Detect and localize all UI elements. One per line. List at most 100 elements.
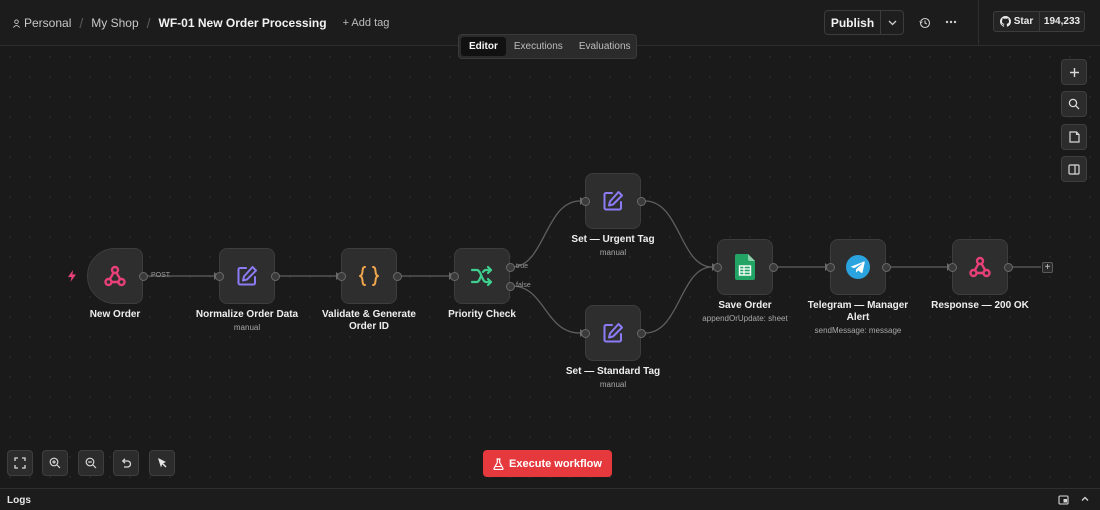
more-options-button[interactable] [942,13,960,31]
node-validate-label-line1: Validate & Generate [322,309,416,320]
output-port[interactable] [769,263,778,272]
node-telegram-label-line1: Telegram — Manager [807,300,909,311]
breadcrumb-personal[interactable]: Personal [12,16,71,30]
node-save-order[interactable] [713,239,778,295]
breadcrumb-project[interactable]: My Shop [91,16,138,30]
workflow-canvas[interactable] [0,47,1100,488]
output-port-false[interactable] [506,282,515,291]
node-normalize-order-data[interactable] [215,248,280,304]
logs-popout-icon[interactable] [1058,495,1069,505]
breadcrumb: Personal / My Shop / WF-01 New Order Pro… [12,0,389,46]
input-port[interactable] [713,263,722,272]
webhook-icon [104,265,126,287]
user-icon [12,18,21,28]
view-tabs: Editor Executions Evaluations [458,34,637,59]
pointer-mode-button[interactable] [149,450,175,476]
tab-evaluations[interactable]: Evaluations [571,37,639,56]
zoom-in-button[interactable] [42,450,68,476]
toggle-panel-button[interactable] [1061,156,1087,182]
output-port-true[interactable] [506,263,515,272]
search-nodes-button[interactable] [1061,91,1087,117]
input-port[interactable] [337,272,346,281]
undo-icon [121,458,132,468]
trigger-bolt-icon [68,270,76,282]
node-standard-label: Set — Standard Tag [565,366,661,377]
undo-button[interactable] [113,450,139,476]
node-priority-label: Priority Check [448,309,516,320]
fullscreen-icon [14,457,26,469]
code-braces-icon [359,266,379,286]
github-star-widget[interactable]: Star 194,233 [993,11,1085,32]
execute-workflow-button[interactable]: Execute workflow [483,450,612,477]
search-icon [1068,98,1080,110]
zoom-out-button[interactable] [78,450,104,476]
publish-button[interactable]: Publish [825,11,881,34]
edge-label-true: true [516,263,529,270]
node-priority-check[interactable] [450,248,515,304]
breadcrumb-personal-label: Personal [24,16,72,30]
switch-branch-icon [470,265,493,287]
publish-options-button[interactable] [881,11,903,34]
node-response-200-ok[interactable] [948,239,1013,295]
node-normalize-sub: manual [233,323,261,332]
output-port[interactable] [637,329,646,338]
tab-executions[interactable]: Executions [506,37,571,56]
fit-view-button[interactable] [7,450,33,476]
node-telegram-label: Telegram — Manager Alert [793,300,923,324]
cursor-icon [158,458,167,468]
edit-icon [603,191,623,211]
history-button[interactable] [916,14,934,32]
edit-icon [237,266,257,286]
add-tag-button[interactable]: + Add tag [343,17,390,29]
edge-label-post: POST [151,272,171,279]
input-port[interactable] [581,329,590,338]
zoom-in-icon [49,457,61,469]
node-validate-generate-order-id[interactable] [337,248,402,304]
logs-label: Logs [7,495,31,506]
node-set-standard-tag[interactable] [581,305,646,361]
output-port[interactable] [139,272,148,281]
node-telegram-sub: sendMessage: message [814,326,902,335]
webhook-icon [969,256,991,278]
node-set-urgent-tag[interactable] [581,173,646,229]
output-port[interactable] [637,197,646,206]
node-new-order[interactable] [87,248,148,304]
output-port[interactable] [271,272,280,281]
add-node-panel-button[interactable] [1061,59,1087,85]
node-telegram-manager-alert[interactable] [826,239,891,295]
node-validate-label: Validate & Generate Order ID [304,309,434,333]
node-new-order-label: New Order [89,309,141,320]
input-port[interactable] [450,272,459,281]
tab-editor[interactable]: Editor [461,37,506,56]
input-port[interactable] [215,272,224,281]
more-horizontal-icon [945,20,957,24]
flask-icon [493,457,504,470]
chevron-up-icon[interactable] [1080,494,1090,504]
node-standard-sub: manual [599,380,627,389]
node-urgent-label: Set — Urgent Tag [571,234,655,245]
output-port[interactable] [1004,263,1013,272]
node-save-sub: appendOrUpdate: sheet [702,314,788,323]
github-star-button[interactable]: Star [994,12,1040,31]
workflow-title[interactable]: WF-01 New Order Processing [159,16,327,30]
node-save-label: Save Order [718,300,772,311]
execute-workflow-label: Execute workflow [509,457,602,470]
input-port[interactable] [948,263,957,272]
panel-icon [1068,163,1080,175]
input-port[interactable] [581,197,590,206]
input-port[interactable] [826,263,835,272]
add-node-button[interactable]: + [1042,262,1053,273]
node-urgent-sub: manual [599,248,627,257]
sticky-note-button[interactable] [1061,124,1087,150]
header-divider [978,0,979,46]
output-port[interactable] [393,272,402,281]
output-port[interactable] [882,263,891,272]
github-icon [999,16,1011,27]
sticky-note-icon [1068,131,1080,143]
github-star-label: Star [1013,16,1034,27]
breadcrumb-separator: / [79,15,84,31]
google-sheets-icon [735,254,755,280]
edit-icon [603,323,623,343]
history-icon [919,17,931,29]
logs-panel-bar[interactable]: Logs [0,488,1100,510]
